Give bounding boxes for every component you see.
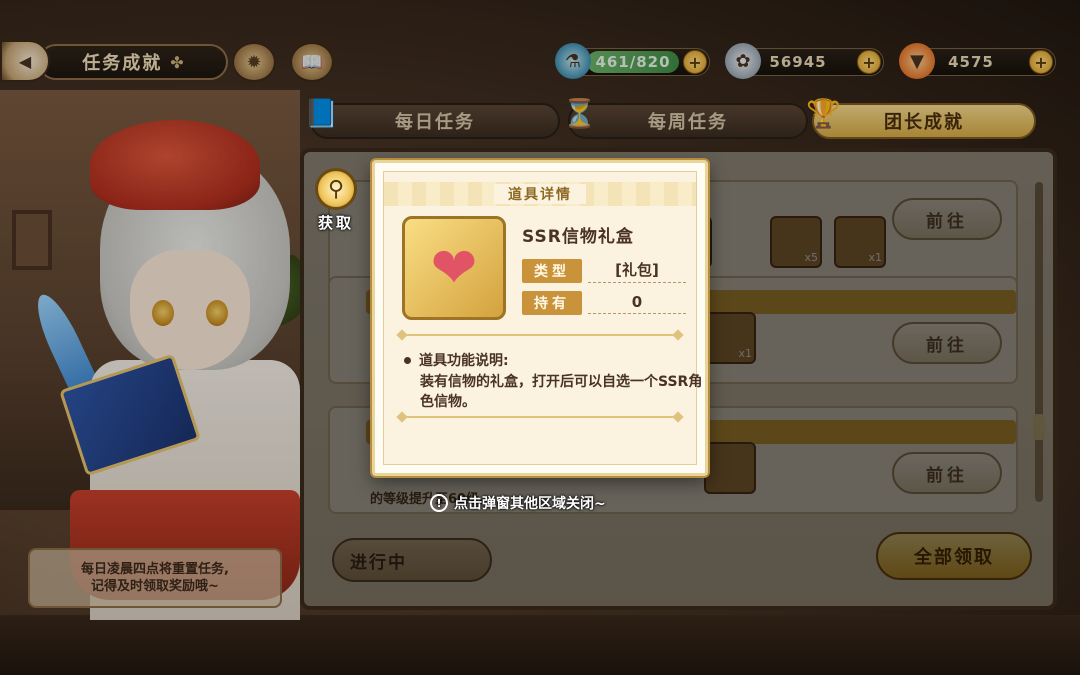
item-detail-popup: 道具详情 ❤ SSR信物礼盒 类型 [礼包] 持有 0 道具功能说明: 装有信物…: [372, 160, 708, 476]
item-owned-row: 持有 0: [522, 290, 686, 316]
description-heading: 道具功能说明:: [404, 350, 509, 370]
popup-body: 道具详情 ❤ SSR信物礼盒 类型 [礼包] 持有 0 道具功能说明: 装有信物…: [383, 171, 702, 465]
popup-divider: [402, 334, 678, 336]
info-icon: !: [430, 494, 448, 512]
close-hint-text: 点击弹窗其他区域关闭~: [454, 496, 606, 512]
type-value: [礼包]: [588, 259, 686, 283]
item-name: SSR信物礼盒: [522, 227, 634, 247]
magnifier-icon: ⚲: [315, 168, 357, 210]
owned-value: 0: [588, 293, 686, 314]
close-hint: ! 点击弹窗其他区域关闭~: [430, 492, 606, 514]
type-label: 类型: [522, 259, 582, 283]
acquire-label: 获取: [317, 214, 354, 232]
acquire-button[interactable]: ⚲ 获取: [306, 168, 366, 234]
popup-divider: [402, 416, 678, 418]
item-icon-frame: ❤: [402, 216, 506, 320]
description-heading-text: 道具功能说明:: [419, 353, 509, 369]
owned-label: 持有: [522, 291, 582, 315]
popup-title: 道具详情: [494, 184, 586, 204]
heart-gift-box-icon: ❤: [430, 235, 478, 301]
popup-header: 道具详情: [384, 182, 696, 206]
item-type-row: 类型 [礼包]: [522, 258, 686, 284]
bullet-icon: [404, 356, 411, 364]
item-description: 装有信物的礼盒，打开后可以自选一个SSR角色信物。: [420, 374, 703, 410]
